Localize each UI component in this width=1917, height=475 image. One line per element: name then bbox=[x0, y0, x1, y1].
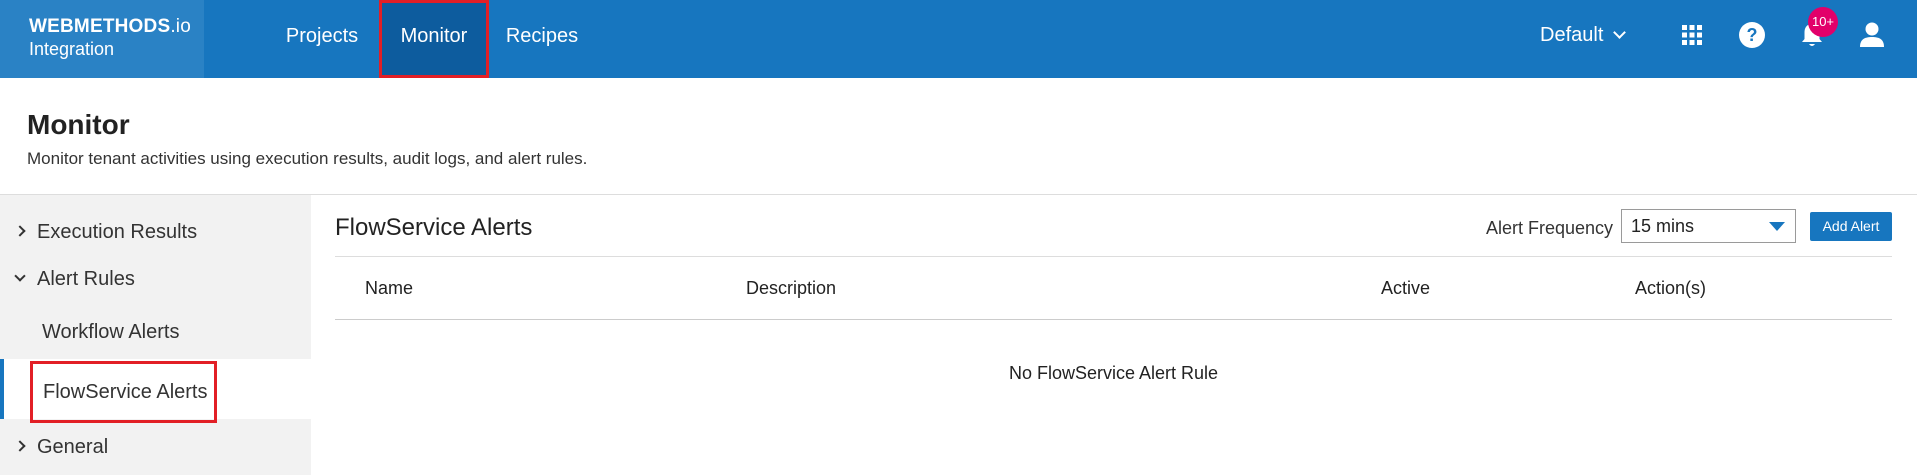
add-alert-button[interactable]: Add Alert bbox=[1810, 212, 1892, 241]
sidebar-item-alert-rules[interactable]: Alert Rules bbox=[0, 262, 311, 296]
svg-text:?: ? bbox=[1747, 25, 1758, 45]
sidebar-item-label: Alert Rules bbox=[37, 268, 135, 290]
column-header-name[interactable]: Name bbox=[365, 278, 413, 299]
alert-frequency-value: 15 mins bbox=[1631, 216, 1695, 236]
dropdown-arrow-icon bbox=[1769, 222, 1785, 231]
table-header-divider bbox=[335, 319, 1892, 320]
selected-indicator bbox=[0, 359, 4, 419]
page-title: Monitor bbox=[27, 109, 130, 140]
tenant-label: Default bbox=[1540, 24, 1604, 46]
section-title: FlowService Alerts bbox=[335, 214, 533, 241]
logo-wordmark: WEBMETHODS.io bbox=[29, 16, 204, 38]
nav-tab-monitor[interactable]: Monitor bbox=[379, 0, 489, 78]
nav-tab-projects[interactable]: Projects bbox=[266, 0, 378, 78]
user-icon[interactable] bbox=[1854, 17, 1890, 53]
sidebar: Execution Results Alert Rules Workflow A… bbox=[0, 195, 311, 475]
sidebar-item-label: FlowService Alerts bbox=[30, 361, 217, 423]
logo-name: WEBMETHODS bbox=[29, 16, 171, 37]
chevron-down-icon bbox=[14, 270, 26, 282]
page-subtitle: Monitor tenant activities using executio… bbox=[27, 149, 588, 168]
chevron-right-icon bbox=[14, 225, 26, 237]
column-header-active[interactable]: Active bbox=[1381, 278, 1430, 299]
sidebar-item-label: Workflow Alerts bbox=[42, 321, 180, 343]
chevron-right-icon bbox=[14, 440, 26, 452]
logo-suffix: .io bbox=[170, 16, 191, 37]
help-icon[interactable]: ? bbox=[1734, 17, 1770, 53]
sidebar-item-execution-results[interactable]: Execution Results bbox=[0, 215, 311, 249]
sidebar-item-label: General bbox=[37, 436, 109, 458]
product-logo[interactable]: WEBMETHODS.io Integration bbox=[0, 0, 204, 78]
sidebar-item-flowservice-alerts[interactable]: FlowService Alerts bbox=[0, 359, 311, 423]
tenant-selector[interactable]: Default bbox=[1540, 0, 1627, 78]
notification-count-badge: 10+ bbox=[1808, 7, 1838, 37]
alert-frequency-select[interactable]: 15 mins bbox=[1621, 209, 1796, 243]
apps-grid-icon[interactable] bbox=[1674, 17, 1710, 53]
column-header-actions: Action(s) bbox=[1635, 278, 1707, 298]
alert-frequency-label: Alert Frequency bbox=[1486, 218, 1614, 238]
chevron-down-icon bbox=[1613, 26, 1627, 39]
sidebar-item-general[interactable]: General bbox=[0, 430, 311, 464]
sidebar-item-label: Execution Results bbox=[37, 221, 198, 243]
logo-product: Integration bbox=[29, 39, 115, 59]
top-navigation-bar: WEBMETHODS.io Integration Projects Monit… bbox=[0, 0, 1917, 78]
nav-tab-recipes[interactable]: Recipes bbox=[490, 0, 594, 78]
table-top-divider bbox=[335, 256, 1892, 257]
empty-table-message: No FlowService Alert Rule bbox=[1008, 363, 1219, 383]
sidebar-item-workflow-alerts[interactable]: Workflow Alerts bbox=[0, 312, 311, 352]
column-header-description[interactable]: Description bbox=[746, 278, 836, 299]
